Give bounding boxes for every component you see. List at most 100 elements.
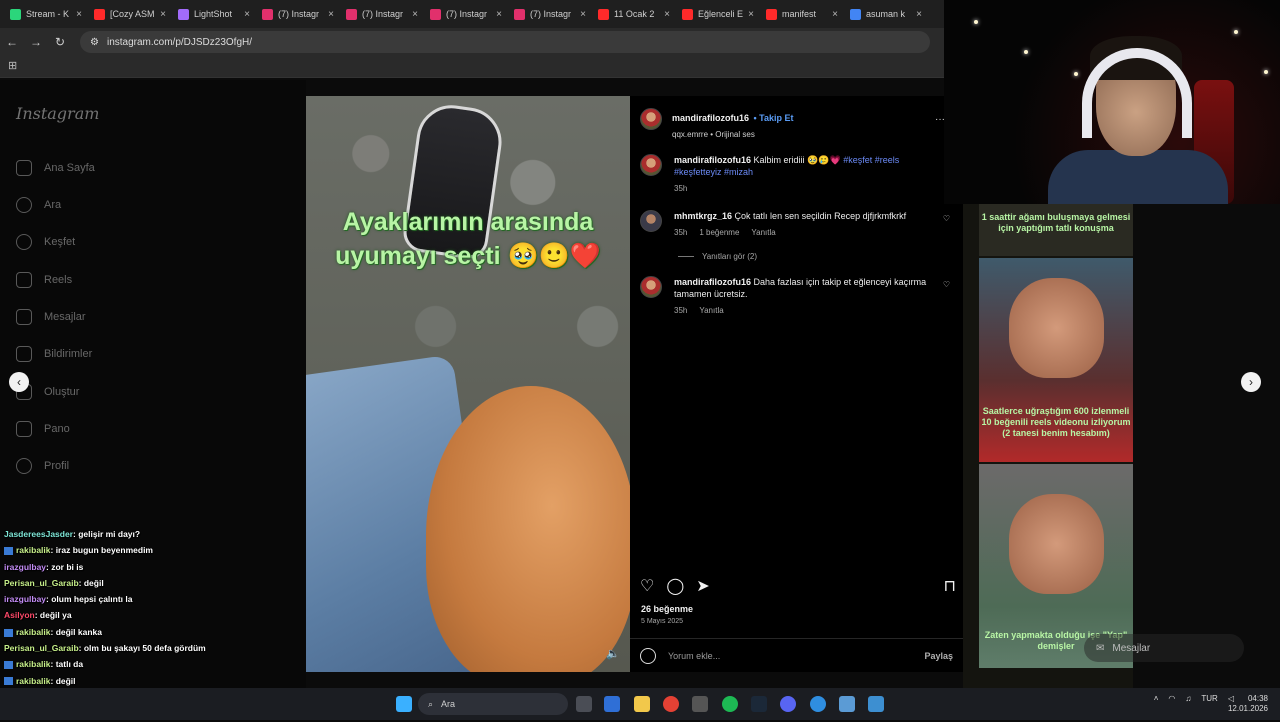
hashtags[interactable]: #keşfetteyiz #mizah bbox=[674, 167, 753, 177]
close-tab-icon[interactable]: × bbox=[664, 9, 670, 20]
comment-time: 35h bbox=[674, 306, 688, 315]
comment-text: Çok tatlı len sen seçildin Recep djfjrkm… bbox=[734, 211, 907, 221]
add-comment-bar: Yorum ekle... Paylaş bbox=[630, 638, 963, 672]
previous-post-button[interactable]: ‹ bbox=[9, 372, 29, 392]
webcam-overlay bbox=[944, 0, 1280, 204]
notepad-icon[interactable] bbox=[839, 696, 855, 712]
browser-tab[interactable]: (7) Instagr × bbox=[508, 1, 592, 27]
bookmark-icon[interactable]: ⊓ bbox=[944, 576, 956, 596]
close-tab-icon[interactable]: × bbox=[328, 9, 334, 20]
video-caption-line-2: uyumayı seçti 🥹🙂❤️ bbox=[335, 242, 601, 270]
app-icon[interactable] bbox=[868, 696, 884, 712]
forward-icon[interactable]: → bbox=[24, 35, 48, 49]
view-replies[interactable]: Yanıtları gör (2) bbox=[678, 252, 757, 261]
reply-button[interactable]: Yanıtla bbox=[699, 306, 723, 315]
browser-tab[interactable]: LightShot × bbox=[172, 1, 256, 27]
explore-thumb[interactable]: 1 saattir ağamı buluşmaya gelmesi için y… bbox=[979, 204, 1133, 256]
tab-label: (7) Instagr bbox=[530, 9, 572, 19]
post-media[interactable]: Ayaklarımın arasında uyumayı seçti 🥹🙂❤️ … bbox=[306, 96, 630, 672]
commenter-avatar[interactable] bbox=[640, 210, 662, 232]
windows-start-icon[interactable] bbox=[396, 696, 412, 712]
post-comment-button[interactable]: Paylaş bbox=[924, 651, 953, 661]
like-comment-icon[interactable]: ♡ bbox=[943, 214, 950, 223]
comment-likes[interactable]: 1 beğenme bbox=[699, 228, 739, 237]
thumb-face-image bbox=[1009, 494, 1104, 594]
comment-icon[interactable]: ◯ bbox=[666, 576, 684, 596]
chat-message: JasdereesJasder: gelişir mi dayı? bbox=[4, 526, 304, 542]
browser-tab[interactable]: 11 Ocak 2 × bbox=[592, 1, 676, 27]
comment-username[interactable]: mandirafilozofu16 bbox=[674, 277, 751, 287]
like-comment-icon[interactable]: ♡ bbox=[943, 280, 950, 289]
author-avatar[interactable] bbox=[640, 108, 662, 130]
site-info-icon[interactable]: ⚙ bbox=[90, 37, 99, 48]
reply-button[interactable]: Yanıtla bbox=[751, 228, 775, 237]
spotify-icon[interactable] bbox=[722, 696, 738, 712]
tab-favicon-icon bbox=[94, 8, 105, 20]
close-tab-icon[interactable]: × bbox=[160, 9, 166, 20]
emoji-icon[interactable] bbox=[640, 647, 656, 664]
close-tab-icon[interactable]: × bbox=[916, 9, 922, 20]
browser-tab[interactable]: [Cozy ASM × bbox=[88, 1, 172, 27]
share-icon[interactable]: ➤ bbox=[696, 576, 709, 596]
chat-message: Perisan_ul_Garaib: değil bbox=[4, 575, 304, 591]
steam-icon[interactable] bbox=[751, 696, 767, 712]
task-view-icon[interactable] bbox=[576, 696, 592, 712]
close-tab-icon[interactable]: × bbox=[496, 9, 502, 20]
browser-tab[interactable]: (7) Instagr × bbox=[340, 1, 424, 27]
chat-username: JasdereesJasder bbox=[4, 529, 74, 539]
chrome-icon[interactable] bbox=[663, 696, 679, 712]
explore-thumb[interactable]: Saatlerce uğraştığım 600 izlenmeli 10 be… bbox=[979, 258, 1133, 462]
follow-button[interactable]: Takip Et bbox=[759, 113, 793, 123]
close-tab-icon[interactable]: × bbox=[748, 9, 754, 20]
tab-favicon-icon bbox=[10, 8, 21, 20]
store-icon[interactable] bbox=[604, 696, 620, 712]
comment-input[interactable]: Yorum ekle... bbox=[668, 651, 720, 661]
messages-popup-button[interactable]: ✉ Mesajlar bbox=[1084, 634, 1244, 662]
app-icon[interactable] bbox=[692, 696, 708, 712]
reload-icon[interactable]: ↻ bbox=[48, 35, 72, 49]
chat-username: rakibalik bbox=[16, 675, 51, 686]
close-tab-icon[interactable]: × bbox=[412, 9, 418, 20]
close-tab-icon[interactable]: × bbox=[76, 9, 82, 20]
close-tab-icon[interactable]: × bbox=[244, 9, 250, 20]
comment-username[interactable]: mhmtkrgz_16 bbox=[674, 211, 732, 221]
apps-icon[interactable]: ⊞ bbox=[8, 59, 17, 72]
back-icon[interactable]: ← bbox=[0, 35, 24, 49]
browser-tab[interactable]: (7) Instagr × bbox=[424, 1, 508, 27]
chat-message: rakibalik: iraz bugun beyenmedim bbox=[4, 542, 304, 558]
chat-username: rakibalik bbox=[16, 659, 51, 670]
discord-icon[interactable] bbox=[780, 696, 796, 712]
comment-username[interactable]: mandirafilozofu16 bbox=[674, 155, 751, 165]
close-tab-icon[interactable]: × bbox=[580, 9, 586, 20]
address-bar[interactable]: ⚙ instagram.com/p/DJSDz23OfgH/ bbox=[80, 31, 930, 53]
commenter-avatar[interactable] bbox=[640, 276, 662, 298]
author-username[interactable]: mandirafilozofu16 bbox=[672, 113, 749, 123]
chat-message: rakibalik: değil kanka bbox=[4, 624, 304, 640]
chat-message: Perisan_ul_Garaib: olm bu şakayı 50 defa… bbox=[4, 640, 304, 656]
browser-tab[interactable]: manifest × bbox=[760, 1, 844, 27]
system-tray[interactable]: ˄ ◠ ♫ TUR ◁ bbox=[1154, 694, 1234, 703]
browser-icon[interactable] bbox=[810, 696, 826, 712]
tab-favicon-icon bbox=[514, 8, 525, 20]
chat-username: rakibalik bbox=[16, 626, 51, 637]
hashtags[interactable]: #keşfet #reels bbox=[843, 155, 899, 165]
author-avatar[interactable] bbox=[640, 154, 662, 176]
audio-label[interactable]: qqx.emrre • Orijinal ses bbox=[672, 130, 793, 139]
comment-time: 35h bbox=[674, 228, 688, 237]
browser-tab[interactable]: asuman k × bbox=[844, 1, 928, 27]
tab-favicon-icon bbox=[766, 8, 777, 20]
post-header: mandirafilozofu16 • Takip Et qqx.emrre •… bbox=[640, 108, 793, 139]
mute-icon[interactable]: 🔈 bbox=[606, 647, 620, 660]
file-explorer-icon[interactable] bbox=[634, 696, 650, 712]
next-post-button[interactable]: › bbox=[1241, 372, 1261, 392]
clock[interactable]: 04:38 12.01.2026 bbox=[1228, 694, 1268, 714]
taskbar-search[interactable]: ⌕ Ara bbox=[418, 693, 568, 715]
post-actions: ♡ ◯ ➤ ⊓ bbox=[640, 576, 956, 596]
browser-tab[interactable]: Stream - K × bbox=[4, 1, 88, 27]
close-tab-icon[interactable]: × bbox=[832, 9, 838, 20]
browser-tab[interactable]: Eğlenceli E × bbox=[676, 1, 760, 27]
browser-tab[interactable]: (7) Instagr × bbox=[256, 1, 340, 27]
tab-label: (7) Instagr bbox=[446, 9, 488, 19]
like-icon[interactable]: ♡ bbox=[640, 576, 654, 596]
likes-count[interactable]: 26 beğenme bbox=[641, 604, 693, 614]
